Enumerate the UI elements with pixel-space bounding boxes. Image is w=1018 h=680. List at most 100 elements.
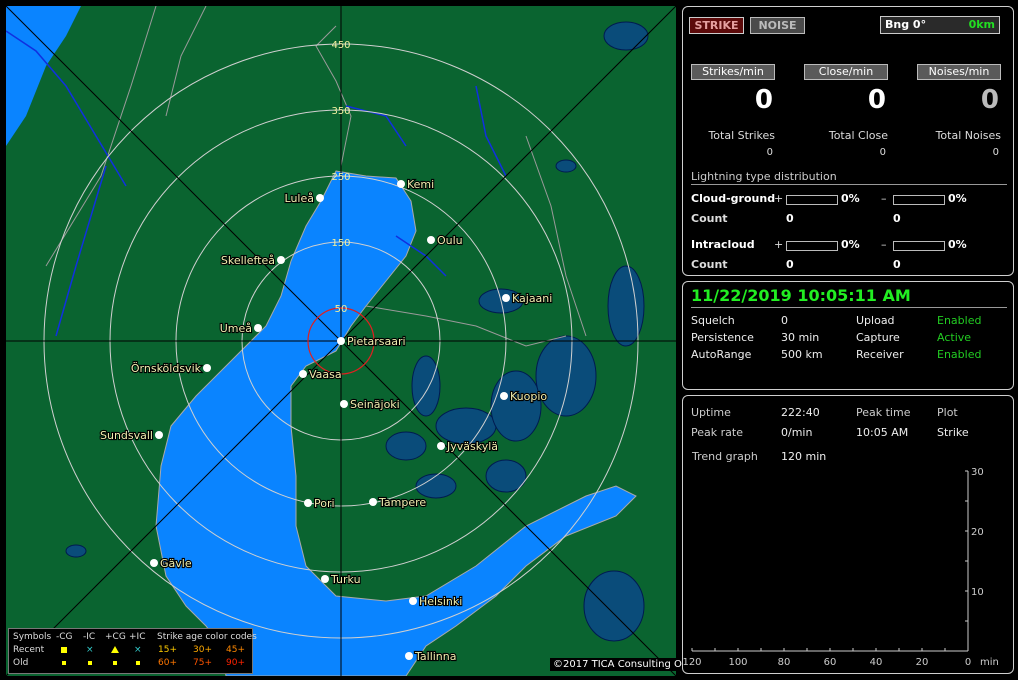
city-label: Jyväskylä: [446, 440, 498, 453]
ic-minus-count: 0: [893, 258, 901, 271]
autorange-label: AutoRange: [691, 348, 752, 361]
x-tick-label-80: 80: [778, 657, 791, 668]
counters-panel: STRIKE NOISE Bng 0° 0km Strikes/min Clos…: [682, 6, 1014, 276]
age-code-75: 75+: [193, 658, 212, 668]
city-label: Skellefteå: [221, 254, 275, 267]
city-dot-icon: [500, 392, 508, 400]
age-code-15: 15+: [158, 645, 177, 655]
x-tick-label-60: 60: [824, 657, 837, 668]
city-label: Luleå: [285, 192, 314, 205]
autorange-value: 500 km: [781, 348, 823, 361]
city-dot-icon: [502, 294, 510, 302]
city-label: Örnsköldsvik: [131, 362, 202, 375]
city-label: Helsinki: [419, 595, 462, 608]
ic-count-label: Count: [691, 258, 728, 271]
total-noises-label: Total Noises: [935, 129, 1001, 142]
recent-pos-cg-triangle-icon: [111, 646, 119, 653]
city-dot-icon: [203, 364, 211, 372]
city-label: Tallinna: [414, 650, 457, 663]
cloud-ground-label: Cloud-ground: [691, 192, 776, 205]
squelch-label: Squelch: [691, 314, 735, 327]
noise-toggle-button[interactable]: NOISE: [750, 17, 805, 34]
city-label: Pori: [314, 497, 335, 510]
cg-minus-bar: [893, 195, 945, 205]
cg-plus-percent: 0%: [841, 192, 860, 205]
ic-plus-bar: [786, 241, 838, 251]
old-pos-ic-dot-icon: [136, 661, 140, 665]
age-code-60: 60+: [158, 658, 177, 668]
status-divider: [691, 307, 1007, 308]
lightning-map[interactable]: 50 150 250 350 450 Kemi Luleå Oulu Skellefteå Ka…: [6, 6, 676, 676]
city-dot-icon: [409, 597, 417, 605]
city-label: Kuopio: [510, 390, 547, 403]
distance-value: 0km: [968, 18, 995, 31]
city-dot-icon: [150, 559, 158, 567]
range-label-150: 150: [331, 238, 350, 249]
close-per-min-button[interactable]: Close/min: [804, 64, 888, 80]
city-label: Turku: [330, 573, 361, 586]
trend-graph: 120 100 80 60 40 20 0 min 10 20 30: [682, 467, 999, 668]
cg-count-label: Count: [691, 212, 728, 225]
bearing-value: Bng 0°: [885, 18, 927, 31]
cg-plus-bar: [786, 195, 838, 205]
distribution-divider: [691, 184, 1007, 185]
capture-status: Active: [937, 331, 972, 344]
legend-col-neg-cg: -CG: [56, 632, 73, 642]
upload-status: Enabled: [937, 314, 982, 327]
y-tick-label-10: 10: [971, 587, 984, 598]
datetime-display: 11/22/2019 10:05:11 AM: [691, 286, 911, 305]
city-label: Vaasa: [309, 368, 342, 381]
range-label-250: 250: [331, 172, 350, 183]
city-dot-icon: [155, 431, 163, 439]
range-label-50: 50: [335, 304, 348, 315]
recent-neg-cg-square-icon: [61, 647, 67, 653]
total-strikes-label: Total Strikes: [708, 129, 775, 142]
ic-minus-percent: 0%: [948, 238, 967, 251]
noises-per-min-button[interactable]: Noises/min: [917, 64, 1001, 80]
legend-col-pos-ic: +IC: [129, 632, 146, 642]
noises-per-min-value: 0: [980, 85, 999, 115]
total-noises-value: 0: [992, 147, 999, 158]
city-label: Sundsvall: [100, 429, 153, 442]
persistence-value: 30 min: [781, 331, 820, 344]
city-dot-icon: [316, 194, 324, 202]
city-label: Kajaani: [512, 292, 552, 305]
city-dot-icon: [254, 324, 262, 332]
legend-recent-label: Recent: [13, 645, 45, 655]
old-neg-ic-dot-icon: [88, 661, 92, 665]
city-label: Seinäjoki: [350, 398, 400, 411]
strikes-per-min-value: 0: [754, 85, 773, 115]
legend-old-label: Old: [13, 658, 29, 668]
y-tick-label-30: 30: [971, 467, 984, 478]
receiver-label: Receiver: [856, 348, 904, 361]
city-label: Pietarsaari: [347, 335, 406, 348]
city-label: Kemi: [407, 178, 434, 191]
city-dot-icon: [340, 400, 348, 408]
recent-pos-ic-cross-icon: ×: [134, 645, 142, 655]
x-tick-label-40: 40: [870, 657, 883, 668]
ic-plus-percent: 0%: [841, 238, 860, 251]
strikes-per-min-button[interactable]: Strikes/min: [691, 64, 775, 80]
x-tick-label-100: 100: [728, 657, 747, 668]
age-code-30: 30+: [193, 645, 212, 655]
ic-plus-count: 0: [786, 258, 794, 271]
city-örnsköldsvik: Örnsköldsvik: [130, 361, 211, 376]
strike-toggle-button[interactable]: STRIKE: [689, 17, 744, 34]
city-dot-icon: [277, 256, 285, 264]
receiver-status: Enabled: [937, 348, 982, 361]
city-label: Umeå: [220, 322, 252, 335]
ic-minus-bar: [893, 241, 945, 251]
x-axis-unit: min: [980, 657, 999, 668]
ic-minus-sign: –: [881, 238, 887, 251]
city-label: Gävle: [160, 557, 192, 570]
cg-minus-percent: 0%: [948, 192, 967, 205]
city-dot-icon: [369, 498, 377, 506]
city-dot-icon: [299, 370, 307, 378]
cg-plus-count: 0: [786, 212, 794, 225]
symbols-legend: Symbols -CG -IC +CG +IC Strike age color…: [8, 628, 257, 674]
intracloud-label: Intracloud: [691, 238, 755, 251]
city-dot-icon: [437, 442, 445, 450]
x-tick-label-20: 20: [916, 657, 929, 668]
cg-minus-count: 0: [893, 212, 901, 225]
cg-minus-sign: –: [881, 192, 887, 205]
